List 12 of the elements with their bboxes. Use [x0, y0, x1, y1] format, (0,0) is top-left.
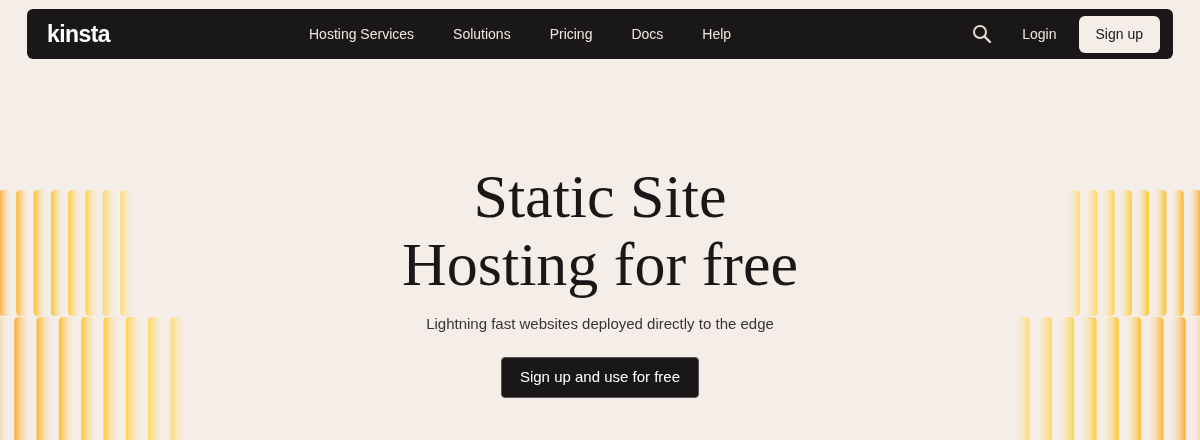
- nav-link[interactable]: Help: [702, 23, 732, 45]
- hero-subtitle: Lightning fast websites deployed directly to the edge: [426, 314, 774, 334]
- nav-link[interactable]: Pricing: [549, 23, 593, 45]
- login-link[interactable]: Login: [1022, 23, 1057, 45]
- hero-title: Static Site Hosting for free: [402, 162, 798, 298]
- logo[interactable]: kinsta: [47, 16, 309, 52]
- nav-link[interactable]: Hosting Services: [309, 23, 415, 45]
- search-icon[interactable]: [972, 24, 993, 44]
- sign-up-button[interactable]: Sign up: [1078, 15, 1160, 53]
- nav-link[interactable]: Solutions: [453, 23, 511, 45]
- nav-link[interactable]: Docs: [631, 23, 664, 45]
- cta-button[interactable]: Sign up and use for free: [500, 356, 700, 398]
